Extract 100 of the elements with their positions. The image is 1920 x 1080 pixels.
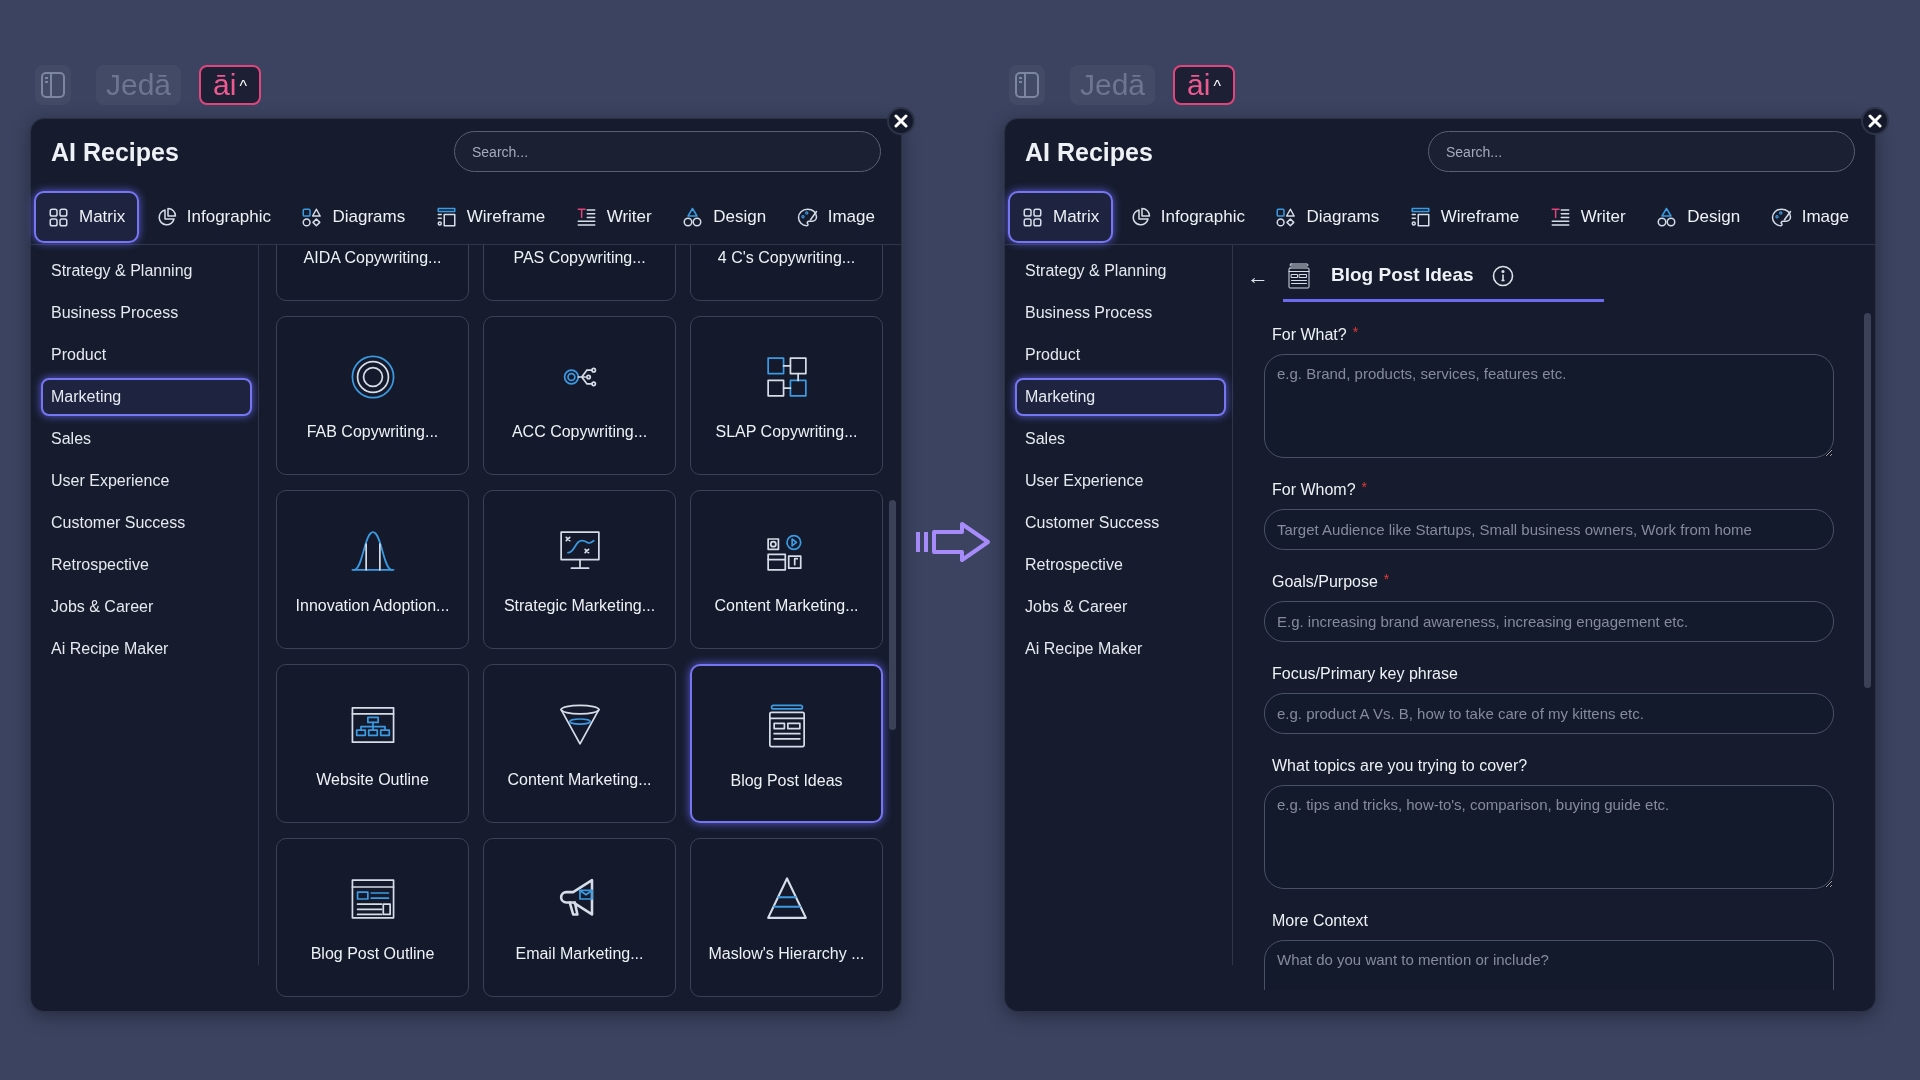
- tab[interactable]: Image: [1756, 191, 1863, 243]
- tab[interactable]: Matrix: [1008, 191, 1114, 243]
- close-button[interactable]: [887, 107, 915, 135]
- text-lines-icon: [575, 206, 597, 228]
- card-label: Maslow's Hierarchy ...: [707, 944, 866, 964]
- input-field[interactable]: E.g. increasing brand awareness, increasing engagement etc.: [1264, 601, 1834, 642]
- panel-title: AI Recipes: [51, 137, 179, 168]
- pie-chart-icon: [155, 206, 177, 228]
- tab[interactable]: Infographic: [1115, 191, 1259, 243]
- recipe-card[interactable]: Content Marketing...: [483, 664, 676, 823]
- tab[interactable]: Wireframe: [1395, 191, 1534, 243]
- tab[interactable]: Wireframe: [421, 191, 560, 243]
- category-item[interactable]: Strategy & Planning: [41, 252, 252, 290]
- text-area[interactable]: e.g. Brand, products, services, features etc.: [1264, 354, 1834, 458]
- category-item[interactable]: Sales: [41, 420, 252, 458]
- category-item[interactable]: Business Process: [1015, 294, 1226, 332]
- search-field[interactable]: Search...: [454, 131, 881, 172]
- category-item[interactable]: Jobs & Career: [1015, 588, 1226, 626]
- recipe-card[interactable]: Website Outline: [276, 664, 469, 823]
- grid-icon: [1022, 206, 1043, 228]
- card-label: Innovation Adoption...: [294, 596, 451, 616]
- panel-title: AI Recipes: [1025, 137, 1153, 168]
- category-item[interactable]: Retrospective: [41, 546, 252, 584]
- category-item[interactable]: Jobs & Career: [41, 588, 252, 626]
- category-item[interactable]: Marketing: [41, 378, 252, 416]
- category-item[interactable]: Customer Success: [41, 504, 252, 542]
- required-mark: *: [1361, 480, 1368, 494]
- recipe-card[interactable]: PAS Copywriting...: [483, 245, 676, 301]
- category-item[interactable]: Product: [1015, 336, 1226, 374]
- field-label: Goals/Purpose: [1272, 572, 1378, 592]
- recipe-card[interactable]: Email Marketing...: [483, 838, 676, 997]
- shapes-icon: [301, 206, 323, 228]
- tab[interactable]: Diagrams: [1261, 191, 1394, 243]
- sidebar-toggle-button[interactable]: [35, 65, 71, 105]
- ai-button[interactable]: āi^: [1173, 65, 1235, 105]
- recipe-card[interactable]: Content Marketing...: [690, 490, 883, 649]
- card-label: Content Marketing...: [506, 770, 653, 790]
- recipe-card[interactable]: AIDA Copywriting...: [276, 245, 469, 301]
- category-item[interactable]: Customer Success: [1015, 504, 1226, 542]
- category-item[interactable]: Ai Recipe Maker: [41, 630, 252, 668]
- scrollbar[interactable]: [889, 500, 896, 730]
- sidebar-toggle-button[interactable]: [1009, 65, 1045, 105]
- category-item[interactable]: Product: [41, 336, 252, 374]
- tab[interactable]: Design: [1642, 191, 1755, 243]
- wireframe-icon: [435, 206, 457, 228]
- tab[interactable]: Design: [668, 191, 781, 243]
- tab[interactable]: Writer: [561, 191, 666, 243]
- recipe-card[interactable]: Blog Post Ideas: [690, 664, 883, 823]
- recipe-title: Blog Post Ideas: [1331, 263, 1474, 288]
- ai-label: āi: [1187, 70, 1211, 100]
- field-label: For Whom?: [1272, 480, 1356, 500]
- palette-icon: [796, 206, 818, 228]
- recipe-card[interactable]: FAB Copywriting...: [276, 316, 469, 475]
- input-field[interactable]: e.g. product A Vs. B, how to take care of my kittens etc.: [1264, 693, 1834, 734]
- card-label: PAS Copywriting...: [512, 248, 647, 268]
- card-label: Blog Post Outline: [309, 944, 436, 964]
- category-item[interactable]: Marketing: [1015, 378, 1226, 416]
- input-field[interactable]: Target Audience like Startups, Small business owners, Work from home: [1264, 509, 1834, 550]
- recipe-card[interactable]: Innovation Adoption...: [276, 490, 469, 649]
- close-button[interactable]: [1861, 107, 1889, 135]
- ai-label: āi: [213, 70, 237, 100]
- card-label: 4 C's Copywriting...: [716, 248, 857, 268]
- back-button[interactable]: ←: [1243, 266, 1273, 288]
- text-area[interactable]: What do you want to mention or include?: [1264, 940, 1834, 990]
- category-item[interactable]: User Experience: [41, 462, 252, 500]
- search-field[interactable]: Search...: [1428, 131, 1855, 172]
- card-label: Email Marketing...: [514, 944, 645, 964]
- category-item[interactable]: Sales: [1015, 420, 1226, 458]
- recipe-card[interactable]: Strategic Marketing...: [483, 490, 676, 649]
- ai-button[interactable]: āi^: [199, 65, 261, 105]
- card-label: Strategic Marketing...: [502, 596, 657, 616]
- tab[interactable]: Matrix: [34, 191, 140, 243]
- category-item[interactable]: Strategy & Planning: [1015, 252, 1226, 290]
- grid-icon: [48, 206, 69, 228]
- tab[interactable]: Writer: [1535, 191, 1640, 243]
- scrollbar[interactable]: [1864, 313, 1871, 688]
- info-icon[interactable]: [1491, 264, 1514, 287]
- field-label: Focus/Primary key phrase: [1272, 664, 1458, 684]
- recipe-card[interactable]: Blog Post Outline: [276, 838, 469, 997]
- category-item[interactable]: User Experience: [1015, 462, 1226, 500]
- blog-page-icon: [1285, 260, 1313, 291]
- category-item[interactable]: Retrospective: [1015, 546, 1226, 584]
- recipe-card[interactable]: ACC Copywriting...: [483, 316, 676, 475]
- recipe-card[interactable]: SLAP Copywriting...: [690, 316, 883, 475]
- tab[interactable]: Infographic: [141, 191, 285, 243]
- tab[interactable]: Diagrams: [287, 191, 420, 243]
- card-label: ACC Copywriting...: [510, 422, 649, 442]
- required-mark: *: [1352, 325, 1359, 339]
- text-area[interactable]: e.g. tips and tricks, how-to's, comparison, buying guide etc.: [1264, 785, 1834, 889]
- field-label: What topics are you trying to cover?: [1272, 756, 1528, 776]
- sidebar-icon: [1014, 71, 1040, 99]
- recipe-card[interactable]: 4 C's Copywriting...: [690, 245, 883, 301]
- arrow-icon: [914, 520, 992, 564]
- recipe-card[interactable]: Maslow's Hierarchy ...: [690, 838, 883, 997]
- card-label: FAB Copywriting...: [305, 422, 440, 442]
- field-label: For What?: [1272, 325, 1347, 345]
- category-item[interactable]: Ai Recipe Maker: [1015, 630, 1226, 668]
- shapes-icon: [1275, 206, 1297, 228]
- category-item[interactable]: Business Process: [41, 294, 252, 332]
- tab[interactable]: Image: [782, 191, 889, 243]
